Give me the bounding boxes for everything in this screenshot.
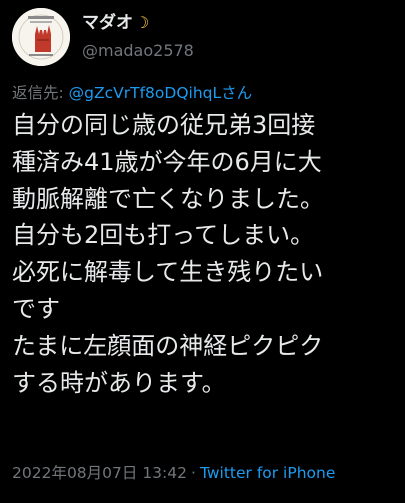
tweet-text-line: 動脈解離で亡くなりました。 (12, 184, 324, 213)
tweet-timestamp[interactable]: 2022年08月07日 13:42 (12, 464, 187, 482)
tweet-text-line: です (12, 294, 60, 323)
tweet-text-line: 自分も2回も打ってしまい。 (12, 221, 315, 250)
tweet: マダオ ☽ @madao2578 返信先: @gZcVrTf8oDQihqLさん … (0, 0, 405, 503)
rock-hand-logo-icon (12, 8, 70, 66)
display-name[interactable]: マダオ ☽ (82, 12, 194, 34)
user-handle[interactable]: @madao2578 (82, 40, 194, 62)
tweet-header: マダオ ☽ @madao2578 (12, 8, 392, 72)
tweet-source-link[interactable]: Twitter for iPhone (200, 464, 335, 482)
tweet-text-line: 自分の同じ歳の従兄弟3回接 (12, 111, 316, 139)
crescent-moon-icon: ☽ (135, 13, 150, 32)
reply-prefix: 返信先: (12, 84, 69, 102)
avatar[interactable] (12, 8, 70, 66)
display-name-text: マダオ (82, 13, 133, 33)
tweet-meta: 2022年08月07日 13:42 · Twitter for iPhone (12, 462, 335, 484)
tweet-text-line: する時があります。 (12, 368, 226, 397)
reply-to-line: 返信先: @gZcVrTf8oDQihqLさん (12, 82, 252, 104)
tweet-text-line: たまに左顔面の神経ピクピク (12, 331, 324, 360)
meta-separator: · (191, 464, 196, 482)
tweet-text: 自分の同じ歳の従兄弟3回接 種済み41歳が今年の6月に大 動脈解離で亡くなりまし… (12, 107, 402, 401)
tweet-text-line: 種済み41歳が今年の6月に大 (12, 147, 322, 176)
user-names: マダオ ☽ @madao2578 (82, 12, 194, 62)
tweet-text-line: 必死に解毒して生き残りたい (12, 258, 324, 287)
reply-to-handle-link[interactable]: @gZcVrTf8oDQihqLさん (69, 84, 252, 102)
